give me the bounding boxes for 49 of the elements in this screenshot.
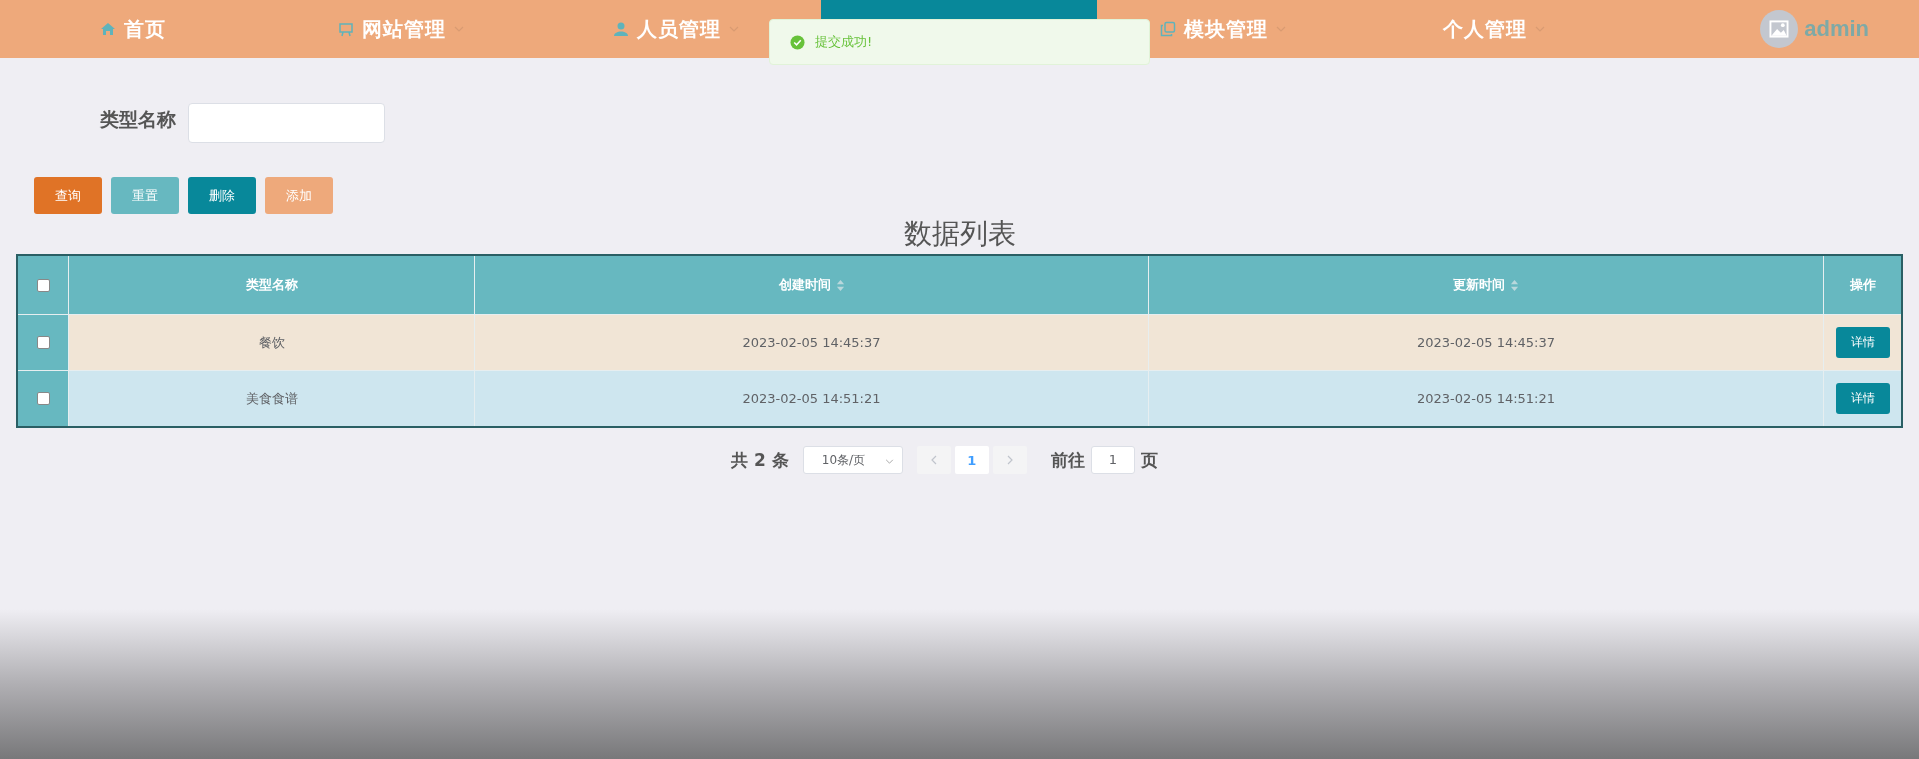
table-cell: 2023-02-05 14:45:37 <box>742 335 881 350</box>
check-circle-icon <box>790 34 805 50</box>
row-checkbox[interactable] <box>36 392 50 405</box>
action-button[interactable]: 删除 <box>188 177 256 214</box>
avatar-icon[interactable] <box>1760 10 1799 48</box>
table-cell: 餐饮 <box>258 333 285 352</box>
table-cell: 2023-02-05 14:45:37 <box>1416 335 1556 350</box>
chevron-left-icon <box>930 455 937 465</box>
column-header: 更新时间 <box>1453 276 1505 294</box>
column-header: 类型名称 <box>245 276 298 294</box>
select-all-checkbox[interactable] <box>36 278 50 292</box>
page-suffix: 页 <box>1140 448 1158 472</box>
nav-link[interactable]: 网站管理 <box>362 15 446 43</box>
row-checkbox[interactable] <box>36 336 50 349</box>
nav-link[interactable]: 首页 <box>124 15 166 43</box>
nav-link[interactable]: 模块管理 <box>1184 15 1268 43</box>
copy-icon <box>1160 21 1176 37</box>
table-cell: 2023-02-05 14:51:21 <box>742 391 881 406</box>
person-icon <box>613 21 629 37</box>
page-input[interactable]: 1 <box>1090 446 1135 474</box>
column-header: 创建时间 <box>778 276 831 294</box>
nav-link[interactable]: 个人管理 <box>1443 15 1527 43</box>
nav-link[interactable]: 人员管理 <box>637 15 721 43</box>
prev-page-button[interactable] <box>916 446 951 474</box>
sort-icon[interactable] <box>1510 278 1519 292</box>
caret-icon <box>884 459 894 464</box>
easel-icon <box>338 21 354 37</box>
details-button[interactable]: 详情 <box>1835 327 1890 358</box>
goto-label: 前往 <box>1050 448 1085 472</box>
next-page-button[interactable] <box>992 446 1027 474</box>
sort-icon[interactable] <box>835 278 845 292</box>
chevron-right-icon <box>1006 455 1013 465</box>
table-cell: 2023-02-05 14:51:21 <box>1416 391 1556 406</box>
column-header: 操作 <box>1849 276 1876 294</box>
username[interactable]: admin <box>1804 16 1869 42</box>
type-name-input[interactable] <box>188 103 385 143</box>
action-button[interactable]: 重置 <box>111 177 179 214</box>
page-size-select[interactable]: 10条/页 <box>802 446 903 474</box>
field-label: 类型名称 <box>100 107 176 132</box>
total-count: 共 2 条 <box>731 448 789 472</box>
action-button[interactable]: 查询 <box>34 177 102 214</box>
active-nav-tab[interactable] <box>821 0 1097 20</box>
action-button[interactable]: 添加 <box>265 177 333 214</box>
table-cell: 美食食谱 <box>245 389 298 408</box>
toast-message: 提交成功! <box>815 33 873 51</box>
table-title: 数据列表 <box>902 216 1017 252</box>
home-icon <box>100 21 116 37</box>
page-number[interactable]: 1 <box>954 446 989 474</box>
details-button[interactable]: 详情 <box>1835 383 1890 414</box>
